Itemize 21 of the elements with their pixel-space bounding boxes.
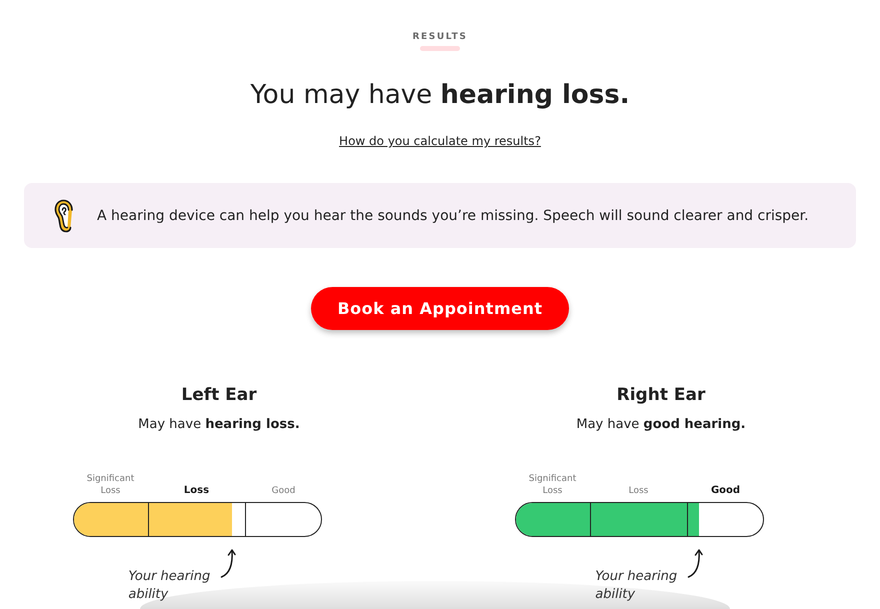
meter-category-label: Loss	[628, 485, 648, 497]
book-appointment-button[interactable]: Book an Appointment	[311, 287, 569, 330]
meter-category-label: Significant Loss	[528, 473, 578, 497]
ear-title: Right Ear	[616, 384, 706, 406]
meter-category-label: Good	[710, 485, 740, 497]
ear-summary: May have hearing loss.	[138, 416, 300, 434]
label-underline	[420, 46, 460, 51]
ear-summary: May have good hearing.	[576, 416, 746, 434]
curved-arrow-icon	[687, 548, 704, 579]
pointer-caption: Your hearing ability	[128, 568, 212, 604]
meter-category-label: Significant Loss	[86, 473, 136, 497]
result-headline: You may have hearing loss.	[250, 79, 630, 112]
meter-category-label: Good	[272, 485, 296, 497]
ear-icon	[54, 198, 76, 232]
ear-title: Left Ear	[181, 384, 257, 406]
calculation-link[interactable]: How do you calculate my results?	[339, 133, 541, 149]
meter-category-label: Loss	[184, 485, 210, 497]
info-text: A hearing device can help you hear the sounds you’re missing. Speech will sound clearer and crisper.	[97, 206, 809, 224]
pointer-caption: Your hearing ability	[595, 568, 678, 604]
section-label: RESULTS	[412, 31, 468, 43]
curved-arrow-icon	[220, 548, 236, 579]
